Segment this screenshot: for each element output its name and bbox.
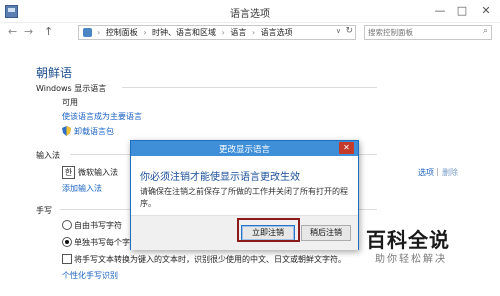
personalize-handwriting-link[interactable]: 个性化手写识别 xyxy=(62,270,118,281)
breadcrumb-clock-language-region[interactable]: 时钟、语言和区域 xyxy=(152,28,216,37)
language-options-window: 语言选项 — □ ✕ ← → ↑ › 控制面板 › 时钟、语言和区域 › 语言 … xyxy=(0,0,500,296)
section-divider xyxy=(122,87,377,88)
back-arrow-icon[interactable]: ← xyxy=(8,25,17,39)
breadcrumb-language-options[interactable]: 语言选项 xyxy=(261,28,293,37)
language-heading: 朝鲜语 xyxy=(36,66,73,80)
dialog-main-instruction: 你必须注销才能使显示语言更改生效 xyxy=(140,172,300,183)
ime-delete-link[interactable]: 删除 xyxy=(442,167,458,178)
add-ime-link[interactable]: 添加输入法 xyxy=(62,183,102,194)
up-arrow-icon[interactable]: ↑ xyxy=(44,25,53,39)
display-language-status: 可用 xyxy=(62,98,78,107)
ime-name: 微软输入法 xyxy=(78,168,118,177)
dialog-close-button[interactable]: ✕ xyxy=(339,142,354,154)
refresh-icon[interactable]: ↻ xyxy=(345,26,353,36)
korean-ime-icon: 한 xyxy=(62,166,75,179)
title-bar: 语言选项 — □ ✕ xyxy=(0,0,500,23)
ime-options-link[interactable]: 选项 xyxy=(418,167,434,178)
free-writing-label: 自由书写字符 xyxy=(74,221,122,230)
watermark-title: 百科全说 xyxy=(366,228,450,252)
navigation-bar: ← → ↑ › 控制面板 › 时钟、语言和区域 › 语言 › 语言选项 ∨ ↻ … xyxy=(0,22,500,42)
search-input[interactable] xyxy=(365,26,479,39)
rare-characters-label: 将手写文本转换为键入的文本时，识别很少使用的中文、日文或朝鲜文字符。 xyxy=(74,255,346,264)
uninstall-language-pack-link[interactable]: 卸载语言包 xyxy=(74,126,114,137)
shield-icon xyxy=(62,126,71,136)
handwriting-heading: 手写 xyxy=(36,206,52,215)
close-button[interactable]: ✕ xyxy=(476,3,496,18)
sign-out-later-button[interactable]: 稍后注销 xyxy=(301,225,351,241)
breadcrumb-separator: › xyxy=(97,28,101,37)
forward-arrow-icon[interactable]: → xyxy=(24,25,33,39)
minimize-button[interactable]: — xyxy=(430,3,450,18)
breadcrumb: › 控制面板 › 时钟、语言和区域 › 语言 › 语言选项 xyxy=(97,27,293,38)
dialog-title-bar: 更改显示语言 ✕ xyxy=(131,141,358,156)
display-language-heading: Windows 显示语言 xyxy=(36,84,107,93)
breadcrumb-separator: › xyxy=(221,28,225,37)
breadcrumb-separator: › xyxy=(143,28,147,37)
ime-heading: 输入法 xyxy=(36,151,60,160)
set-primary-language-link[interactable]: 使该语言成为主要语言 xyxy=(62,111,142,122)
maximize-button[interactable]: □ xyxy=(452,3,472,18)
breadcrumb-separator: › xyxy=(251,28,256,37)
single-character-radio[interactable] xyxy=(62,237,72,247)
breadcrumb-language[interactable]: 语言 xyxy=(230,28,246,37)
chevron-down-icon[interactable]: ∨ xyxy=(336,27,341,35)
search-box[interactable]: ⌕ xyxy=(364,25,492,40)
address-bar[interactable]: › 控制面板 › 时钟、语言和区域 › 语言 › 语言选项 ∨ ↻ xyxy=(78,25,356,40)
control-panel-icon xyxy=(83,28,92,37)
breadcrumb-control-panel[interactable]: 控制面板 xyxy=(106,28,138,37)
free-writing-radio[interactable] xyxy=(62,220,72,230)
ime-link-separator: | xyxy=(436,167,439,176)
dialog-title: 更改显示语言 xyxy=(218,145,270,155)
single-character-label: 单独书写每个字符 xyxy=(74,238,130,247)
rare-characters-checkbox[interactable] xyxy=(62,254,72,264)
watermark-subtitle: 助你轻松解决 xyxy=(375,254,447,265)
annotation-highlight-box xyxy=(237,218,300,242)
search-icon[interactable]: ⌕ xyxy=(483,26,488,36)
window-title: 语言选项 xyxy=(230,9,270,20)
dialog-body-text: 请确保在注销之前保存了所做的工作并关闭了所有打开的程序。 xyxy=(140,187,348,208)
